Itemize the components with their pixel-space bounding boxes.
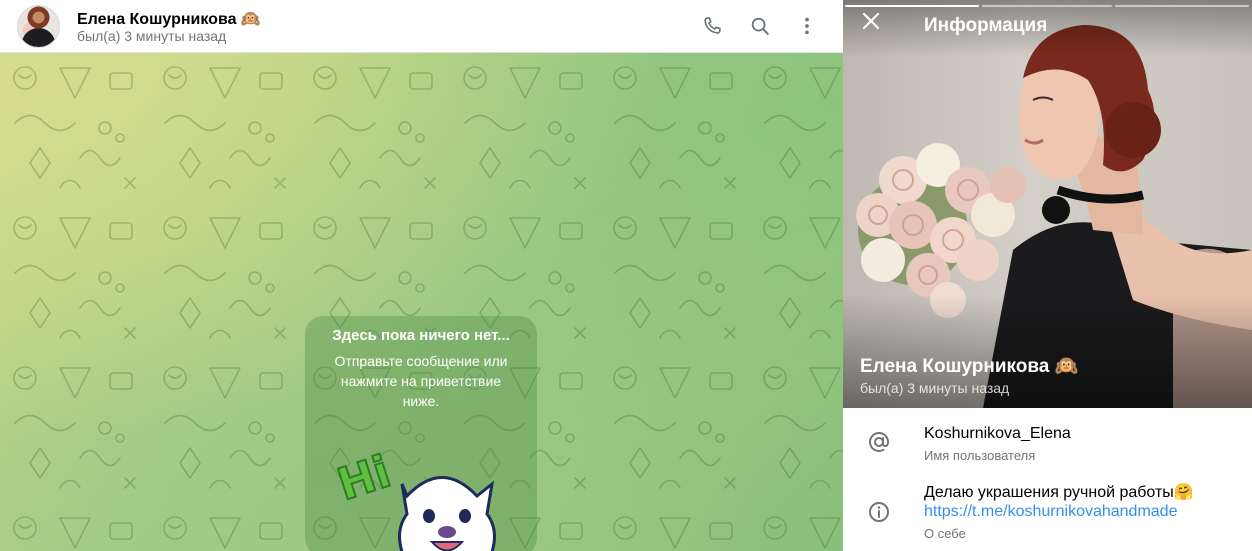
chat-header[interactable]: Елена Кошурникова 🙉 был(а) 3 минуты наза… [0, 0, 843, 53]
photo-indicator-2 [982, 5, 1112, 7]
empty-chat-title: Здесь пока ничего нет... [332, 327, 510, 344]
chat-title[interactable]: Елена Кошурникова 🙉 [77, 9, 261, 29]
info-panel-title: Информация [924, 15, 1048, 36]
empty-chat-subtitle: Отправьте сообщение или нажмите на приве… [334, 353, 508, 409]
bio-label: О себе [924, 526, 966, 541]
bio-row[interactable]: Делаю украшения ручной работы🤗 https://t… [843, 474, 1252, 548]
profile-name: Елена Кошурникова 🙉 [860, 356, 1079, 377]
phone-icon [704, 17, 721, 34]
username-label: Имя пользователя [924, 448, 1036, 463]
empty-chat-card: Здесь пока ничего нет... Отправьте сообщ… [305, 316, 537, 551]
more-button[interactable] [789, 8, 825, 44]
photo-indicator-3 [1115, 5, 1249, 7]
call-button[interactable] [694, 8, 730, 44]
chat-background: Здесь пока ничего нет... Отправьте сообщ… [0, 53, 843, 551]
username-row[interactable]: Koshurnikova_Elena Имя пользователя [843, 418, 1252, 470]
at-icon [865, 428, 893, 456]
chat-column: Елена Кошурникова 🙉 был(а) 3 минуты наза… [0, 0, 843, 551]
info-panel: Информация Елена Кошурникова 🙉 был(а) 3 … [843, 0, 1252, 551]
bio-text: Делаю украшения ручной работы🤗 [924, 484, 1194, 501]
username-value: Koshurnikova_Elena [924, 425, 1071, 442]
profile-status: был(а) 3 минуты назад [860, 380, 1010, 396]
close-info-button[interactable] [862, 12, 898, 40]
hi-bear-sticker[interactable]: Hi [327, 434, 517, 551]
photo-indicator-1 [845, 5, 979, 7]
search-button[interactable] [742, 8, 778, 44]
more-vertical-icon [805, 17, 809, 35]
sticker-hi-text: Hi [332, 446, 397, 511]
profile-photo[interactable]: Информация Елена Кошурникова 🙉 был(а) 3 … [843, 0, 1252, 408]
chat-status: был(а) 3 минуты назад [77, 28, 227, 44]
close-icon [862, 12, 880, 30]
avatar[interactable] [17, 5, 60, 48]
photo-gradient [843, 0, 1252, 408]
bio-link[interactable]: https://t.me/koshurnikovahandmade [924, 503, 1177, 521]
search-icon [751, 17, 769, 35]
info-icon [865, 498, 893, 526]
